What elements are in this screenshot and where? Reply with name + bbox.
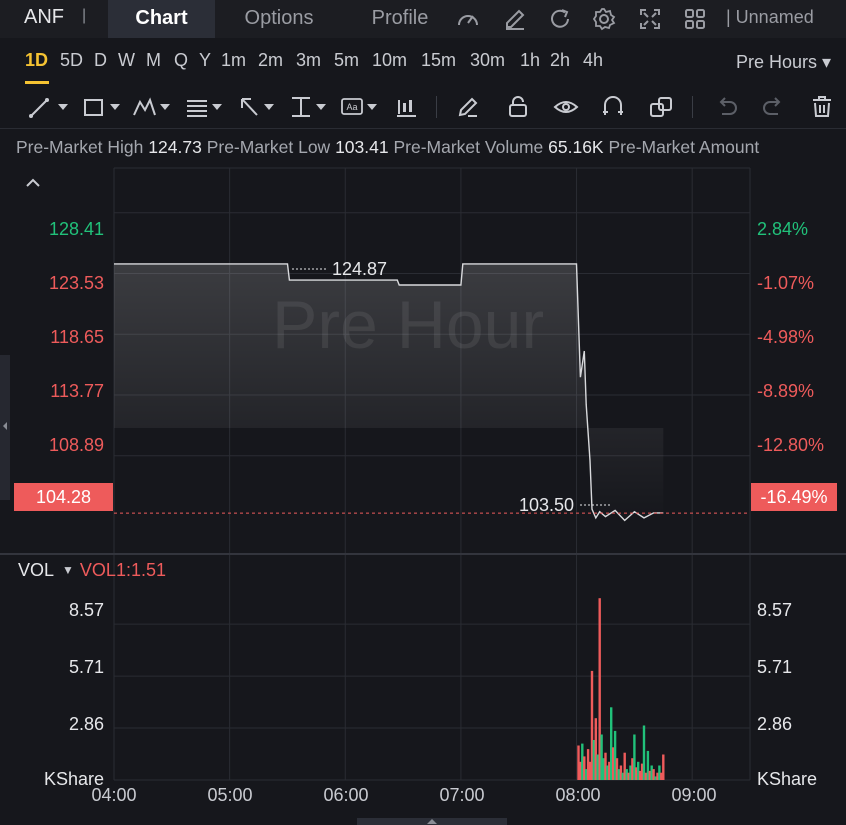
volume-indicator-name[interactable]: VOL xyxy=(18,560,54,580)
timeline-scroll-handle[interactable] xyxy=(357,818,507,825)
volume-unit-label: KShare xyxy=(757,769,818,789)
chevron-down-icon[interactable]: ▼ xyxy=(62,563,74,577)
volume-axis-label: 8.57 xyxy=(68,600,104,620)
time-axis-label: 09:00 xyxy=(671,785,717,805)
volume-bar xyxy=(662,754,665,780)
volume-axis-label: 8.57 xyxy=(757,600,793,620)
time-axis-label: 05:00 xyxy=(207,785,253,805)
percent-axis-label: -4.98% xyxy=(757,327,815,347)
time-axis-label: 06:00 xyxy=(323,785,369,805)
volume-indicator-header[interactable]: VOL ▼ VOL1:1.51 xyxy=(18,560,166,581)
volume-axis-label: 2.86 xyxy=(68,714,104,734)
low-price-annotation: 103.50 xyxy=(519,495,575,515)
high-price-annotation: 124.87 xyxy=(332,259,388,279)
time-axis-label: 07:00 xyxy=(439,785,485,805)
price-axis-label: 108.89 xyxy=(48,435,104,455)
percent-axis-label: -8.89% xyxy=(757,381,815,401)
volume-axis-label: 2.86 xyxy=(757,714,793,734)
time-axis-label: 04:00 xyxy=(91,785,137,805)
price-axis-label: 128.41 xyxy=(48,219,104,239)
volume-indicator-value: VOL1:1.51 xyxy=(79,560,166,580)
session-watermark: Pre Hour xyxy=(272,287,545,363)
volume-bars xyxy=(577,598,665,780)
percent-axis-label: -12.80% xyxy=(757,435,825,455)
percent-axis-label: -1.07% xyxy=(757,273,815,293)
chart-grid xyxy=(0,167,846,781)
price-axis-label: 113.77 xyxy=(50,381,104,401)
current-change-tag: -16.49% xyxy=(751,483,837,511)
current-price-tag: 104.28 xyxy=(14,483,113,511)
price-axis-label: 118.65 xyxy=(50,327,104,347)
time-axis-label: 08:00 xyxy=(555,785,601,805)
volume-axis-label: 5.71 xyxy=(757,657,793,677)
chart-canvas[interactable] xyxy=(0,0,846,825)
volume-bar xyxy=(642,725,646,780)
volume-axis-label: 5.71 xyxy=(68,657,104,677)
price-axis-label: 123.53 xyxy=(48,273,104,293)
percent-axis-label: 2.84% xyxy=(757,219,809,239)
